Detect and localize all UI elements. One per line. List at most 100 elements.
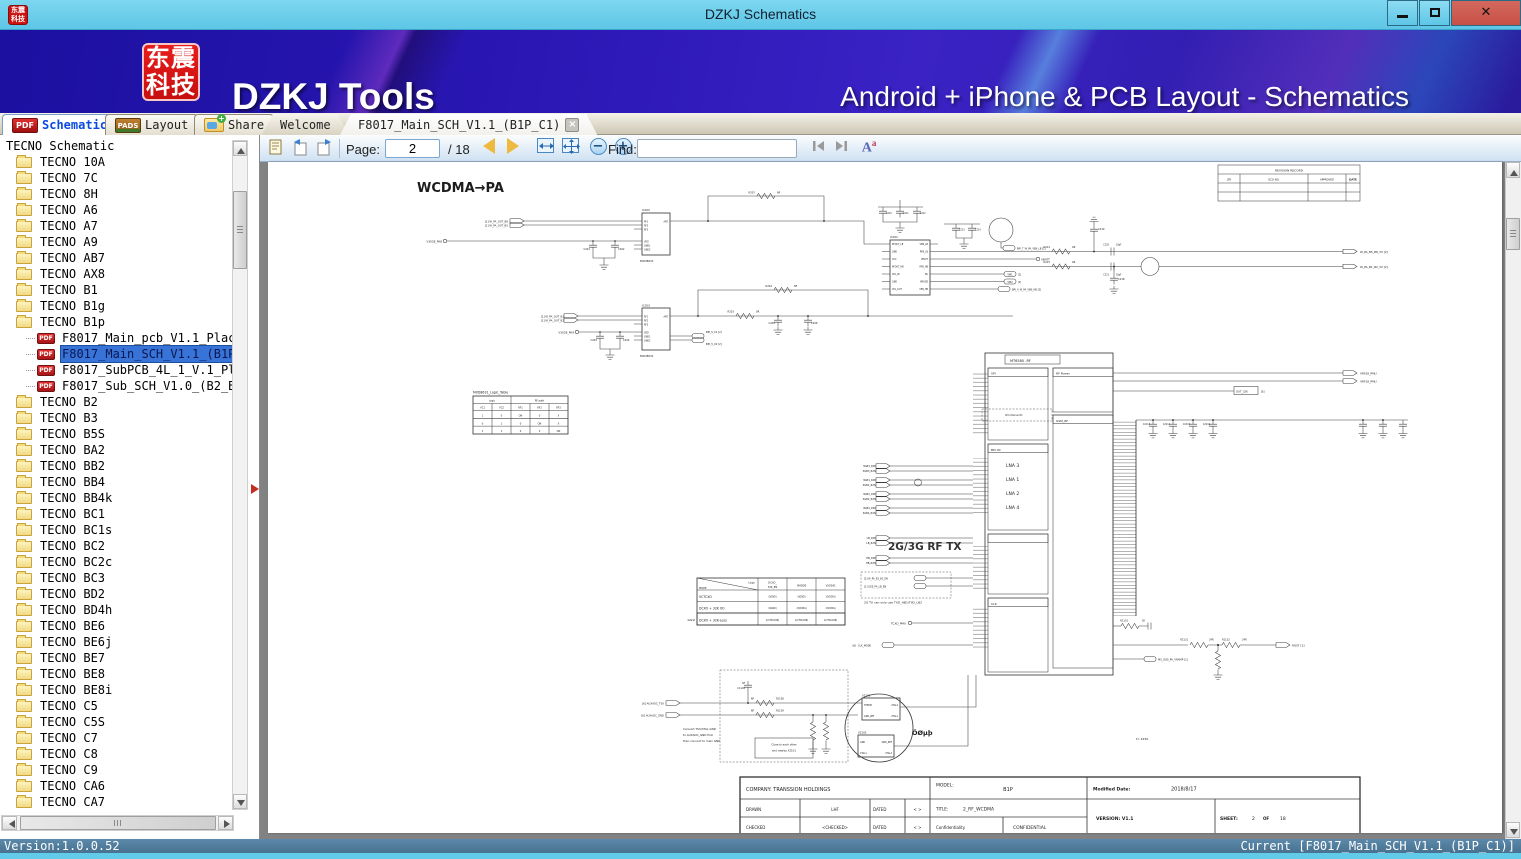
minimize-button[interactable] xyxy=(1387,0,1418,26)
tree-item-folder[interactable]: TECNO CA6 xyxy=(0,778,232,794)
font-size-button[interactable]: Aa xyxy=(858,138,880,159)
tree-item-folder[interactable]: TECNO BB4 xyxy=(0,474,232,490)
next-page-button[interactable] xyxy=(502,138,524,159)
tree-item-folder[interactable]: TECNO C5 xyxy=(0,698,232,714)
tree-item-pdf[interactable]: PDF F8017_Main_pcb_V1.1_Placement xyxy=(0,330,232,346)
scroll-right-icon[interactable] xyxy=(218,816,233,830)
tab-layout[interactable]: PADS Layout xyxy=(105,114,199,135)
tree-item-folder[interactable]: TECNO A6 xyxy=(0,202,232,218)
tree-item-folder[interactable]: TECNO BB2 xyxy=(0,458,232,474)
tree-item-folder[interactable]: TECNO BE8 xyxy=(0,666,232,682)
tree-item-folder[interactable]: TECNO B1g xyxy=(0,298,232,314)
tree-item-folder[interactable]: TECNO C7 xyxy=(0,730,232,746)
tree-item-pdf[interactable]: PDF F8017_Main_SCH_V1.1_(B1P_C1) xyxy=(0,345,232,363)
svg-text:RFOUT_LB: RFOUT_LB xyxy=(892,243,904,246)
tree-item-folder[interactable]: TECNO BC2 xyxy=(0,538,232,554)
scroll-thumb[interactable] xyxy=(20,816,216,830)
find-input[interactable] xyxy=(637,139,797,158)
tab-schematic[interactable]: PDF Schematic xyxy=(2,114,118,135)
tree-item-label: TECNO C5 xyxy=(40,699,98,713)
tree-item-folder[interactable]: TECNO BB4k xyxy=(0,490,232,506)
tree-item-folder[interactable]: TECNO BC1s xyxy=(0,522,232,538)
document-vscrollbar[interactable] xyxy=(1505,162,1521,839)
tree-item-folder[interactable]: TECNO BD4h xyxy=(0,602,232,618)
rotate-left-button[interactable] xyxy=(290,138,312,159)
tree-item-folder[interactable]: TECNO 10A xyxy=(0,154,232,170)
tab-document[interactable]: F8017_Main_SCH_V1.1_(B1P_C1) × xyxy=(340,114,597,135)
svg-text:MXD8631_Logic_Table: MXD8631_Logic_Table xyxy=(473,391,508,395)
scroll-up-icon[interactable] xyxy=(1506,162,1520,178)
svg-text:X: X xyxy=(558,415,560,418)
scroll-thumb[interactable] xyxy=(1506,218,1520,250)
folder-icon xyxy=(16,170,32,184)
tree-item-folder[interactable]: TECNO B1 xyxy=(0,282,232,298)
tree-item-folder[interactable]: TECNO C9 xyxy=(0,762,232,778)
svg-text:3GB2_RXP: 3GB2_RXP xyxy=(863,492,877,496)
tab-welcome[interactable]: Welcome xyxy=(262,114,349,135)
folder-icon xyxy=(16,186,32,200)
copy-page-button[interactable] xyxy=(265,138,287,159)
svg-text:[1] W_PA_OUT_B5: [1] W_PA_OUT_B5 xyxy=(485,224,508,228)
tree-item-folder[interactable]: TECNO B1p xyxy=(0,314,232,330)
tree-item-folder[interactable]: TECNO BC3 xyxy=(0,570,232,586)
maximize-button[interactable] xyxy=(1419,0,1450,26)
fit-width-button[interactable] xyxy=(534,138,556,159)
folder-icon xyxy=(16,762,32,776)
sidebar-hscrollbar[interactable] xyxy=(1,815,234,831)
tree-item-folder[interactable]: TECNO BD2 xyxy=(0,586,232,602)
tree-item-folder[interactable]: TECNO BC2c xyxy=(0,554,232,570)
scroll-down-icon[interactable] xyxy=(233,794,247,809)
tree-item-folder[interactable]: TECNO C5S xyxy=(0,714,232,730)
fit-page-button[interactable] xyxy=(559,138,581,159)
tree-item-folder[interactable]: TECNO CA7 xyxy=(0,794,232,810)
svg-text:LHF: LHF xyxy=(831,807,839,812)
tree-item-folder[interactable]: TECNO B2 xyxy=(0,394,232,410)
tree-item-folder[interactable]: TECNO AB7 xyxy=(0,250,232,266)
svg-text:R204: R204 xyxy=(765,284,772,288)
svg-text:LTR: LTR xyxy=(1227,178,1232,182)
tree-item-folder[interactable]: TECNO BC1 xyxy=(0,506,232,522)
tree-item-folder[interactable]: TECNO 7C xyxy=(0,170,232,186)
tree-item-folder[interactable]: TECNO BE8i xyxy=(0,682,232,698)
tree-item-pdf[interactable]: PDF F8017_Sub_SCH_V1.0_(B2_B1P) xyxy=(0,378,232,394)
find-previous-icon[interactable] xyxy=(808,138,830,159)
tab-share[interactable]: Share xyxy=(194,114,275,135)
tree-item-folder[interactable]: TECNO B5S xyxy=(0,426,232,442)
prev-page-button[interactable] xyxy=(478,138,500,159)
sidebar-vscrollbar[interactable] xyxy=(232,140,248,810)
close-button[interactable]: ✕ xyxy=(1451,0,1521,26)
tree-item-folder[interactable]: TECNO C8 xyxy=(0,746,232,762)
svg-text:ANT: ANT xyxy=(664,315,669,318)
tree-item-pdf[interactable]: PDF F8017_SubPCB_4L_1_V.1_Placement xyxy=(0,362,232,378)
svg-text:LNA 1: LNA 1 xyxy=(1006,477,1019,483)
svg-text:RF2: RF2 xyxy=(537,407,542,410)
rotate-right-button[interactable] xyxy=(313,138,335,159)
find-next-icon[interactable] xyxy=(830,138,852,159)
tree-root-item[interactable]: TECNO Schematic xyxy=(0,138,232,154)
tree-item-folder[interactable]: TECNO BE6j xyxy=(0,634,232,650)
tab-close-icon[interactable]: × xyxy=(565,118,579,132)
zoom-out-button[interactable]: − xyxy=(587,138,609,159)
tree-item-folder[interactable]: TECNO A7 xyxy=(0,218,232,234)
scroll-left-icon[interactable] xyxy=(2,816,17,830)
scroll-up-icon[interactable] xyxy=(233,141,247,156)
svg-text:R1109: R1109 xyxy=(776,710,784,713)
tree-item-label: TECNO CA6 xyxy=(40,779,106,793)
tree-item-label: TECNO B5S xyxy=(40,427,106,441)
tree-item-folder[interactable]: TECNO B3 xyxy=(0,410,232,426)
svg-text:3GB3_RXN: 3GB3_RXN xyxy=(863,469,877,473)
tree-item-folder[interactable]: TECNO BE7 xyxy=(0,650,232,666)
tree-item-folder[interactable]: TECNO AX8 xyxy=(0,266,232,282)
schematic-page[interactable]: WCDMA→PA REVISION RECORD LTR ECO NO. APP… xyxy=(268,162,1502,833)
svg-text:LNA 3: LNA 3 xyxy=(1006,463,1019,469)
tree-item-folder[interactable]: TECNO BE6 xyxy=(0,618,232,634)
scroll-thumb[interactable] xyxy=(233,191,247,269)
scroll-down-icon[interactable] xyxy=(1506,822,1520,838)
tree-item-folder[interactable]: TECNO BA2 xyxy=(0,442,232,458)
tree-item-folder[interactable]: TECNO 8H xyxy=(0,186,232,202)
svg-text:NF: NF xyxy=(777,191,781,195)
svg-text:1(VTXCO28): 1(VTXCO28) xyxy=(795,619,808,622)
page-number-input[interactable] xyxy=(385,139,440,158)
tree-item-folder[interactable]: TECNO A9 xyxy=(0,234,232,250)
svg-text:CONFIDENTIAL: CONFIDENTIAL xyxy=(1013,825,1047,831)
